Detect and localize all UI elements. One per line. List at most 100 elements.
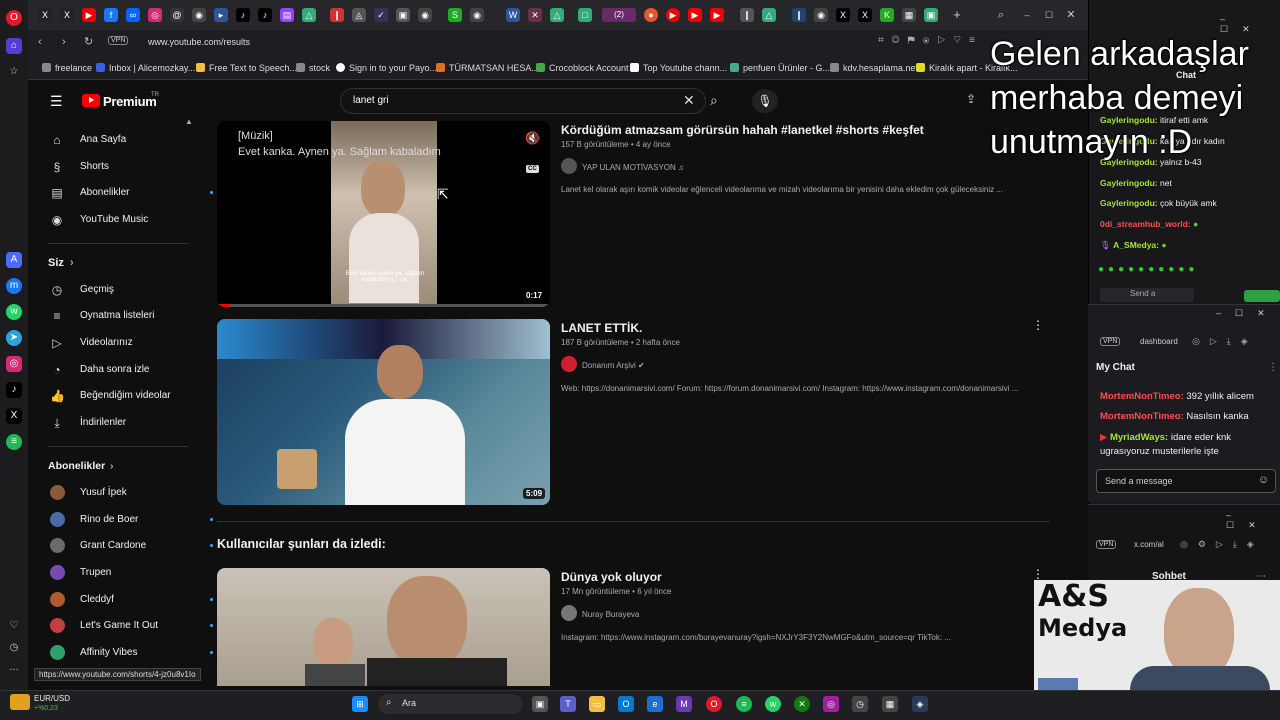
- back-icon[interactable]: ‹: [38, 36, 42, 48]
- progress-bar[interactable]: [217, 304, 550, 307]
- browser-actions[interactable]: ◎▷⤓◈: [1192, 336, 1258, 347]
- tab-reddit-icon[interactable]: ●: [644, 8, 658, 22]
- video-title[interactable]: Kördüğüm atmazsam görürsün hahah #lanetk…: [561, 123, 924, 137]
- tab-youtube-icon[interactable]: ▶: [82, 8, 96, 22]
- search-query[interactable]: lanet gri: [353, 95, 389, 106]
- dashboard-url[interactable]: dashboard: [1140, 337, 1178, 346]
- tab-site-icon[interactable]: ▣: [924, 8, 938, 22]
- task-view-icon[interactable]: ▣: [532, 696, 548, 712]
- x-icon[interactable]: X: [6, 408, 22, 424]
- tiktok-icon[interactable]: ♪: [6, 382, 22, 398]
- tab-chrome-icon[interactable]: ◉: [814, 8, 828, 22]
- tab-drive-icon[interactable]: △: [762, 8, 776, 22]
- tab-site-icon[interactable]: K: [880, 8, 894, 22]
- star-icon[interactable]: ☆: [6, 64, 22, 80]
- tab-site-icon[interactable]: ✕: [528, 8, 542, 22]
- more-icon[interactable]: …: [6, 660, 22, 676]
- taskbar-search-input[interactable]: ⌕ Ara: [378, 694, 522, 714]
- heart-icon[interactable]: ♡: [6, 618, 22, 634]
- sidebar-item-liked-videos[interactable]: 👍 Beğendiğim videolar: [48, 384, 188, 408]
- ticker-icon[interactable]: [10, 694, 30, 710]
- app-icon[interactable]: ◷: [852, 696, 868, 712]
- close-window-icon[interactable]: ✕: [1064, 8, 1078, 22]
- x-url[interactable]: x.com/al: [1134, 540, 1164, 549]
- search-icon[interactable]: ⌕: [710, 92, 718, 109]
- sidebar-section-you[interactable]: Siz ›: [48, 251, 188, 275]
- bookmark-item[interactable]: freelance: [42, 63, 92, 73]
- tab-x-icon[interactable]: X: [60, 8, 74, 22]
- tab-meta-icon[interactable]: ∞: [126, 8, 140, 22]
- bookmark-item[interactable]: Top Youtube chann...: [630, 63, 727, 73]
- tab-site-icon[interactable]: ◉: [418, 8, 432, 22]
- spotify-icon[interactable]: ≡: [6, 434, 22, 450]
- tab-site-icon[interactable]: ▸: [214, 8, 228, 22]
- forward-icon[interactable]: ›: [62, 36, 66, 48]
- tab-twitch-icon[interactable]: ▤: [280, 8, 294, 22]
- tab-site-icon[interactable]: □: [578, 8, 592, 22]
- opera-logo-icon[interactable]: O: [6, 10, 22, 26]
- outlook-icon[interactable]: O: [618, 696, 634, 712]
- channel-avatar[interactable]: [561, 158, 577, 174]
- reload-icon[interactable]: ↻: [84, 35, 93, 48]
- app-icon[interactable]: ▦: [882, 696, 898, 712]
- subscription-item[interactable]: Yusuf İpek: [48, 481, 188, 505]
- windows-start-icon[interactable]: ⊞: [352, 696, 368, 712]
- tab-x-icon[interactable]: X: [858, 8, 872, 22]
- minimize-icon[interactable]: –: [1020, 8, 1034, 22]
- teams-icon[interactable]: T: [560, 696, 576, 712]
- microphone-icon[interactable]: 🎙: [752, 89, 778, 113]
- sidebar-item-home[interactable]: ⌂ Ana Sayfa: [48, 128, 188, 152]
- tab-site-icon[interactable]: S: [448, 8, 462, 22]
- xbox-icon[interactable]: ✕: [794, 696, 810, 712]
- tab-x-icon[interactable]: X: [38, 8, 52, 22]
- bookmark-item[interactable]: Inbox | Alicemozkay...: [96, 63, 195, 73]
- browser-actions[interactable]: ◎⚙▷⤓◈: [1180, 539, 1264, 550]
- tab-site-icon[interactable]: ❙: [792, 8, 806, 22]
- whatsapp-icon[interactable]: w: [765, 696, 781, 712]
- tab-chrome-icon[interactable]: ◉: [470, 8, 484, 22]
- sidebar-item-your-videos[interactable]: ▷ Videolarınız: [48, 331, 188, 355]
- tab-site-icon[interactable]: ❙: [740, 8, 754, 22]
- ticker-name[interactable]: EUR/USD: [34, 694, 70, 703]
- tab-threads-icon[interactable]: @: [170, 8, 184, 22]
- video-title[interactable]: Dünya yok oluyor: [561, 570, 662, 584]
- telegram-icon[interactable]: ➤: [6, 330, 22, 346]
- chat-send-button[interactable]: [1244, 290, 1280, 302]
- emoji-icon[interactable]: ☺: [1258, 474, 1269, 486]
- sidebar-item-subscriptions[interactable]: ▤ Abonelikler: [48, 181, 213, 205]
- maximize-icon[interactable]: ☐: [1042, 8, 1056, 22]
- tab-chrome-icon[interactable]: ◉: [192, 8, 206, 22]
- subscription-item[interactable]: Cleddyf: [48, 588, 213, 612]
- tab-site-icon[interactable]: ▣: [396, 8, 410, 22]
- app-icon[interactable]: M: [676, 696, 692, 712]
- channel-name[interactable]: YAP ULAN MOTİVASYON ♫: [582, 163, 684, 172]
- app-icon[interactable]: ◈: [912, 696, 928, 712]
- home-icon[interactable]: ⌂: [6, 38, 22, 54]
- tab-site-icon[interactable]: ▦: [902, 8, 916, 22]
- opera-icon[interactable]: O: [706, 696, 722, 712]
- app-icon[interactable]: ◎: [823, 696, 839, 712]
- channel-avatar[interactable]: [561, 356, 577, 372]
- vpn-badge[interactable]: VPN: [108, 36, 129, 45]
- vpn-badge[interactable]: VPN: [1096, 540, 1117, 549]
- closed-captions-icon[interactable]: CC: [526, 165, 539, 173]
- address-actions[interactable]: ⌗◎⚑⦿▷♡≡: [878, 35, 983, 46]
- more-options-icon[interactable]: ⋮: [1032, 318, 1044, 332]
- vpn-badge[interactable]: VPN: [1100, 337, 1121, 346]
- video-thumbnail[interactable]: [Müzik] Evet kanka. Aynen ya. Sağlam kab…: [217, 121, 550, 307]
- tab-youtube-icon[interactable]: ▶: [666, 8, 680, 22]
- instagram-icon[interactable]: ◎: [6, 356, 22, 372]
- tab-facebook-icon[interactable]: f: [104, 8, 118, 22]
- hamburger-menu-icon[interactable]: ☰: [50, 93, 63, 110]
- bookmark-item[interactable]: kdv.hesaplama.net: [830, 63, 918, 73]
- window-controls[interactable]: –☐✕: [1216, 308, 1279, 319]
- youtube-logo-text[interactable]: Premium: [103, 94, 157, 109]
- my-chat-input[interactable]: Send a message ☺: [1096, 469, 1276, 493]
- sidebar-item-history[interactable]: ◷ Geçmiş: [48, 278, 188, 302]
- tab-drive-icon[interactable]: △: [550, 8, 564, 22]
- channel-name[interactable]: Nuray Burayeva: [582, 610, 639, 619]
- tab-youtube-icon[interactable]: ▶: [688, 8, 702, 22]
- channel-name[interactable]: Donanım Arşivi ✔: [582, 361, 645, 370]
- history-icon[interactable]: ◷: [6, 640, 22, 656]
- tab-tiktok-icon[interactable]: ♪: [258, 8, 272, 22]
